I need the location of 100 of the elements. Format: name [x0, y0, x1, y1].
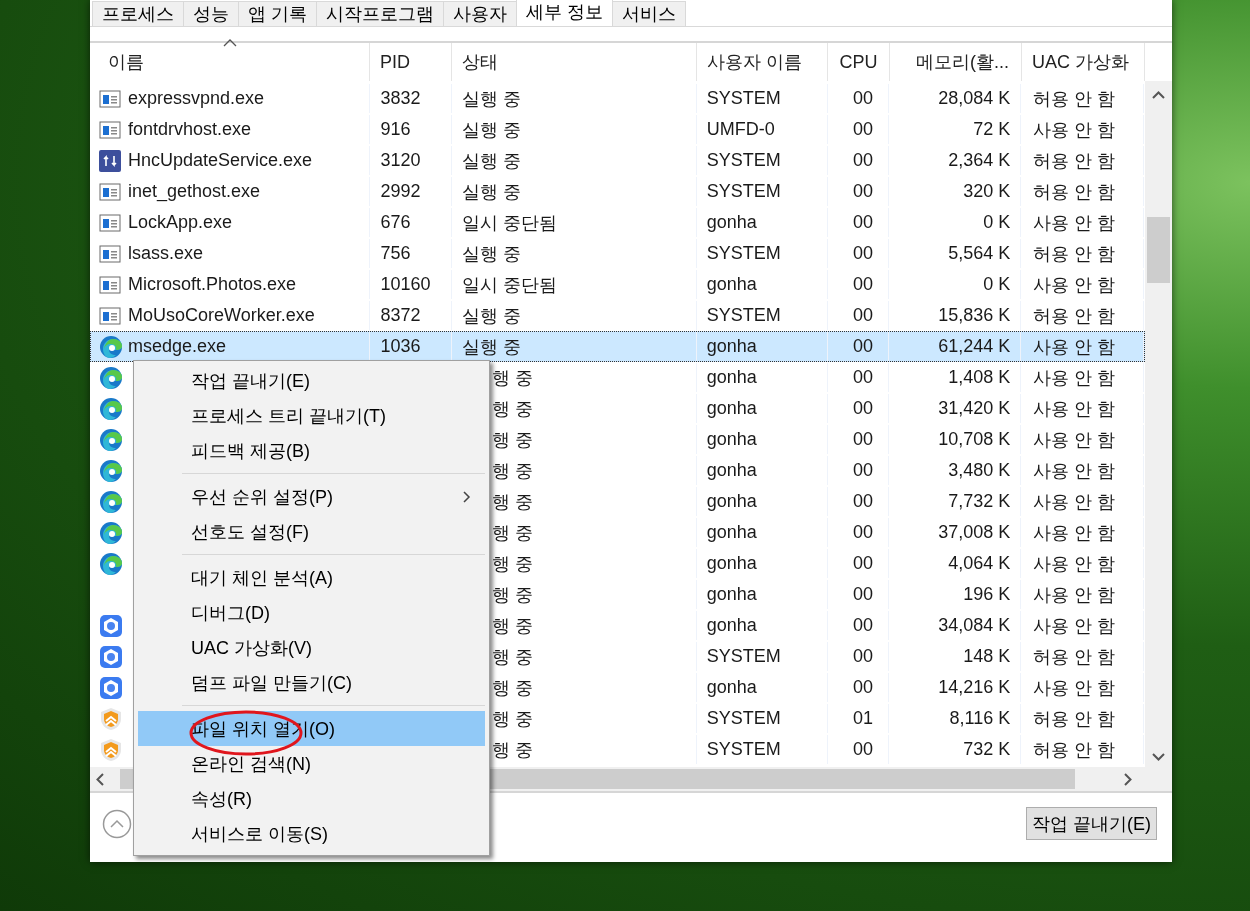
collapse-icon[interactable]	[102, 808, 132, 839]
process-name: lsass.exe	[128, 243, 204, 264]
tab[interactable]: 시작프로그램	[316, 1, 444, 26]
scroll-right-icon[interactable]	[1124, 773, 1132, 786]
user-cell: SYSTEM	[706, 708, 781, 729]
status-cell-text: 행 중	[492, 676, 534, 700]
process-name: inet_gethost.exe	[128, 181, 261, 202]
column-header[interactable]: 상태	[462, 52, 498, 72]
cpu-cell: 00	[853, 398, 874, 419]
table-row[interactable]: Microsoft.Photos.exe 10160 일시 중단됨 gonha 00 0 K 사용 안 함	[90, 269, 1145, 300]
uac-cell-text: 사용 안 함	[1033, 614, 1116, 638]
browser-icon	[99, 334, 123, 359]
tab[interactable]: 프로세스	[92, 1, 184, 26]
memory-cell: 5,564 K	[948, 243, 1011, 264]
table-row[interactable]: inet_gethost.exe 2992 실행 중 SYSTEM 00 320 K 허용 안 함	[90, 176, 1145, 207]
column-header[interactable]: PID	[380, 52, 410, 72]
uac-cell-text: 사용 안 함	[1033, 118, 1116, 142]
user-cell: gonha	[706, 212, 757, 233]
memory-cell: 14,216 K	[938, 677, 1011, 698]
pid-cell: 2992	[380, 181, 421, 202]
user-cell: gonha	[706, 274, 757, 295]
status-cell-text: 행 중	[492, 490, 534, 514]
memory-cell: 3,480 K	[948, 460, 1011, 481]
table-row[interactable]: fontdrvhost.exe 916 실행 중 UMFD-0 00 72 K 사용 안 함	[90, 114, 1145, 145]
browser-icon	[99, 396, 123, 421]
scroll-left-icon[interactable]	[96, 773, 104, 786]
cpu-cell: 00	[853, 615, 874, 636]
pid-cell: 3832	[380, 88, 421, 109]
user-cell: gonha	[706, 429, 757, 450]
cpu-cell: 00	[853, 181, 873, 202]
cpu-cell: 00	[853, 553, 874, 574]
tab[interactable]: 성능	[183, 1, 239, 26]
uac-cell-text: 사용 안 함	[1033, 211, 1116, 235]
table-row[interactable]: lsass.exe 756 실행 중 SYSTEM 00 5,564 K 허용 안 함	[90, 238, 1145, 269]
tab[interactable]: 사용자	[443, 1, 517, 26]
status-cell-text: 실행 중	[462, 87, 522, 111]
uac-cell-text: 사용 안 함	[1033, 273, 1116, 297]
table-row[interactable]: LockApp.exe 676 일시 중단됨 gonha 00 0 K 사용 안 함	[90, 207, 1145, 238]
memory-cell: 37,008 K	[938, 522, 1011, 543]
cpu-cell: 00	[853, 243, 873, 264]
table-row[interactable]: expressvpnd.exe 3832 실행 중 SYSTEM 00 28,084 K 허용 안 함	[90, 83, 1145, 114]
menu-item[interactable]: 선호도 설정(F)	[138, 514, 485, 549]
memory-cell: 1,408 K	[948, 367, 1011, 388]
vertical-scrollbar[interactable]	[1145, 81, 1172, 767]
status-cell-text: 행 중	[492, 397, 534, 421]
column-header[interactable]: 사용자 이름	[707, 52, 802, 72]
menu-item[interactable]: 서비스로 이동(S)	[138, 816, 485, 851]
tab[interactable]: 서비스	[612, 1, 687, 26]
browser-icon	[99, 520, 123, 545]
uac-cell-text: 사용 안 함	[1033, 335, 1116, 359]
end-task-button[interactable]: 작업 끝내기(E)	[1026, 807, 1157, 840]
uac-cell-text: 허용 안 함	[1033, 304, 1116, 328]
cpu-cell: 00	[853, 119, 873, 140]
pid-cell: 3120	[380, 150, 421, 171]
scrollbar-thumb[interactable]	[1147, 217, 1170, 283]
status-cell-text: 행 중	[492, 738, 534, 762]
memory-cell: 0 K	[983, 274, 1011, 295]
memory-cell: 34,084 K	[938, 615, 1011, 636]
shield-icon	[99, 706, 123, 731]
memory-cell: 0 K	[983, 212, 1011, 233]
column-header[interactable]: 메모리(활...	[916, 52, 1009, 72]
uac-cell-text: 허용 안 함	[1033, 645, 1116, 669]
uac-cell-text: 허용 안 함	[1033, 707, 1116, 731]
window-icon	[99, 181, 121, 202]
uac-cell-text: 사용 안 함	[1033, 366, 1116, 390]
menu-item[interactable]: 속성(R)	[138, 781, 485, 816]
cpu-cell: 00	[853, 522, 874, 543]
pid-cell: 756	[380, 243, 411, 264]
window-icon	[99, 119, 121, 140]
column-header[interactable]: CPU	[839, 52, 878, 72]
status-cell-text: 행 중	[492, 459, 534, 483]
column-header[interactable]: UAC 가상화	[1032, 52, 1129, 72]
browser-icon	[99, 427, 123, 452]
cpu-cell: 00	[853, 677, 874, 698]
uac-cell-text: 사용 안 함	[1033, 583, 1116, 607]
user-cell: gonha	[706, 584, 757, 605]
uac-cell-text: 사용 안 함	[1033, 521, 1116, 545]
table-row[interactable]: MoUsoCoreWorker.exe 8372 실행 중 SYSTEM 00 15,836 K 허용 안 함	[90, 300, 1145, 331]
scroll-up-icon[interactable]	[1152, 91, 1165, 99]
scroll-down-icon[interactable]	[1152, 753, 1165, 761]
process-name: MoUsoCoreWorker.exe	[128, 305, 315, 326]
tab[interactable]: 앱 기록	[238, 1, 317, 26]
uac-cell-text: 허용 안 함	[1033, 242, 1116, 266]
user-cell: SYSTEM	[706, 243, 781, 264]
uac-cell-text: 사용 안 함	[1033, 397, 1116, 421]
table-row[interactable]: msedge.exe 1036 실행 중 gonha 00 61,244 K 사용 안 함	[90, 331, 1145, 362]
memory-cell: 28,084 K	[938, 88, 1011, 109]
user-cell: UMFD-0	[706, 119, 775, 140]
browser-icon	[99, 458, 123, 483]
cpu-cell: 00	[853, 367, 874, 388]
status-cell-text: 행 중	[492, 645, 534, 669]
cpu-cell: 00	[853, 429, 874, 450]
uac-cell-text: 허용 안 함	[1033, 180, 1116, 204]
pid-cell: 8372	[380, 305, 421, 326]
column-header[interactable]: 이름	[108, 52, 144, 72]
status-cell-text: 행 중	[492, 428, 534, 452]
table-row[interactable]: HncUpdateService.exe 3120 실행 중 SYSTEM 00 2,364 K 허용 안 함	[90, 145, 1145, 176]
user-cell: gonha	[706, 615, 757, 636]
memory-cell: 10,708 K	[938, 429, 1011, 450]
memory-cell: 732 K	[963, 739, 1011, 760]
